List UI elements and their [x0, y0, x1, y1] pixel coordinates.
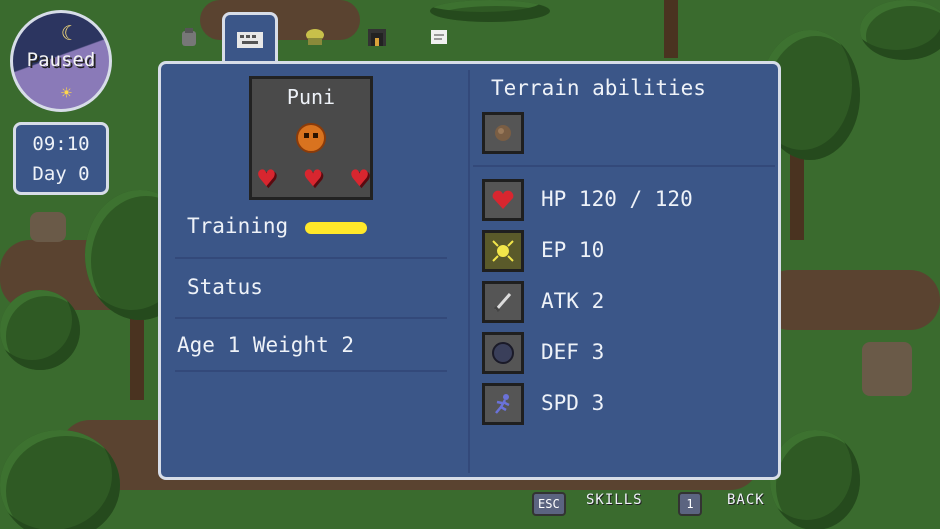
training-label: Training [187, 214, 289, 238]
skills-hint[interactable]: SKILLS [586, 492, 643, 508]
panel-divider [468, 70, 470, 473]
tree [770, 430, 860, 529]
energy-icon [492, 240, 514, 262]
tab-bag[interactable] [174, 22, 204, 52]
tree [860, 0, 940, 60]
stat-spd: SPD 3 [541, 391, 605, 415]
heart-icon: ♥ [351, 162, 368, 195]
divider [175, 257, 447, 259]
creature-sprite [296, 123, 326, 153]
stat-slot-spd [482, 383, 524, 425]
heart-icon: ♥ [258, 162, 275, 195]
tab-creatures[interactable] [300, 22, 330, 52]
tab-controls[interactable] [222, 12, 278, 64]
divider [175, 317, 447, 319]
sword-icon [493, 293, 512, 313]
creature-hearts: ♥ ♥ ♥ [258, 165, 368, 193]
stat-hp: HP 120 / 120 [541, 187, 693, 211]
heart-icon: ♥ [304, 162, 322, 195]
time-display: 09:10 Day 0 [13, 122, 109, 195]
keyboard-icon [237, 31, 263, 48]
stat-slot-hp [482, 179, 524, 221]
status-label: Status [187, 275, 263, 299]
divider [175, 370, 447, 372]
stat-def: DEF 3 [541, 340, 605, 364]
home-icon [368, 29, 386, 46]
creature-portrait: Puni ♥ ♥ ♥ [249, 76, 373, 200]
tab-home[interactable] [362, 22, 392, 52]
rock-icon [495, 125, 511, 141]
stat-slot-def [482, 332, 524, 374]
tab-scroll[interactable] [424, 22, 454, 52]
rock [30, 212, 66, 242]
bag-icon [182, 28, 196, 46]
creature-icon [306, 29, 324, 45]
tree [0, 430, 120, 529]
shield-orb-icon [492, 342, 514, 364]
back-hint[interactable]: BACK [727, 492, 765, 508]
day-night-clock: ☾ Paused ☀ [10, 10, 112, 112]
stat-ep: EP 10 [541, 238, 605, 262]
one-key[interactable]: 1 [678, 492, 702, 516]
dirt-path [760, 270, 940, 330]
stat-slot-atk [482, 281, 524, 323]
creature-info-panel: Puni ♥ ♥ ♥ Training Status Age 1 Weight … [158, 61, 781, 480]
tree [0, 290, 80, 370]
sun-icon: ☀ [61, 83, 72, 104]
tree-trunk [664, 0, 678, 58]
divider [473, 165, 775, 167]
esc-key[interactable]: ESC [532, 492, 566, 516]
stat-atk: ATK 2 [541, 289, 605, 313]
clock-status-label: Paused [26, 49, 96, 71]
training-progress-bar [305, 222, 367, 234]
day-text: Day 0 [32, 163, 90, 185]
age-weight-text: Age 1 Weight 2 [177, 333, 355, 357]
running-icon [495, 394, 510, 414]
terrain-ability-slot[interactable] [482, 112, 524, 154]
creature-name: Puni [286, 85, 336, 109]
tree [430, 0, 550, 22]
scroll-icon [431, 30, 447, 44]
stat-slot-ep [482, 230, 524, 272]
rock [862, 342, 912, 396]
time-text: 09:10 [32, 133, 90, 155]
terrain-abilities-title: Terrain abilities [491, 76, 706, 100]
heart-icon [492, 190, 514, 209]
moon-icon: ☾ [61, 21, 74, 45]
